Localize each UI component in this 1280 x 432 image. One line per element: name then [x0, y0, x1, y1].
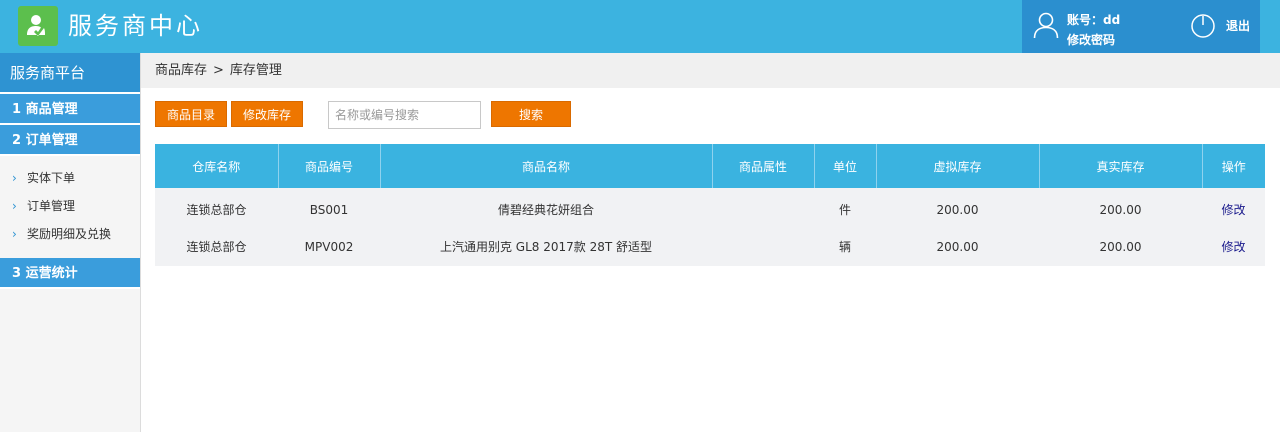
sidebar-group-orders[interactable]: 2 订单管理: [0, 125, 140, 156]
change-password-link[interactable]: 修改密码: [1067, 31, 1115, 48]
breadcrumb-separator: >: [213, 63, 224, 78]
cell-real-stock: 200.00: [1039, 188, 1202, 227]
cell-attr: [712, 188, 814, 227]
cell-warehouse: 连锁总部仓: [155, 188, 278, 227]
breadcrumb-current: 库存管理: [229, 63, 282, 78]
breadcrumb: 商品库存 > 库存管理: [141, 53, 1280, 88]
chevron-right-icon: ›: [12, 171, 17, 185]
table-row: 连锁总部仓 MPV002 上汽通用别克 GL8 2017款 28T 舒适型 辆 …: [155, 227, 1265, 266]
sidebar-item-entity-order[interactable]: › 实体下单: [0, 164, 140, 192]
app-title: 服务商中心: [68, 12, 203, 40]
edit-link[interactable]: 修改: [1221, 240, 1245, 254]
cell-code: MPV002: [278, 227, 380, 266]
sidebar-title: 服务商平台: [0, 53, 140, 94]
sidebar-item-order-management[interactable]: › 订单管理: [0, 192, 140, 220]
user-icon: [1033, 12, 1059, 39]
cell-virtual-stock: 200.00: [876, 188, 1039, 227]
cell-unit: 件: [814, 188, 876, 227]
cell-real-stock: 200.00: [1039, 227, 1202, 266]
orders-submenu: › 实体下单 › 订单管理 › 奖励明细及兑换: [0, 156, 140, 258]
breadcrumb-parent[interactable]: 商品库存: [155, 63, 207, 78]
cell-code: BS001: [278, 188, 380, 227]
column-header: 虚拟库存: [876, 144, 1040, 188]
column-header: 商品编号: [278, 144, 381, 188]
column-header: 商品名称: [380, 144, 713, 188]
sidebar-item-label: 奖励明细及兑换: [27, 227, 112, 241]
user-panel: 账号：dd 修改密码 退出: [1022, 0, 1260, 53]
inventory-table: 仓库名称 商品编号 商品名称 商品属性 单位 虚拟库存 真实库存 操作 连锁总部…: [155, 144, 1265, 266]
sidebar-item-label: 实体下单: [27, 171, 76, 185]
toolbar: 商品目录 修改库存 搜索: [155, 101, 1265, 129]
cell-attr: [712, 227, 814, 266]
chevron-right-icon: ›: [12, 199, 17, 213]
column-header: 单位: [814, 144, 877, 188]
sidebar: 服务商平台 1 商品管理 2 订单管理 › 实体下单 › 订单管理 › 奖励明细及兑换…: [0, 53, 141, 432]
table-row: 连锁总部仓 BS001 倩碧经典花妍组合 件 200.00 200.00 修改: [155, 188, 1265, 227]
cell-action: 修改: [1202, 188, 1265, 227]
cell-name: 倩碧经典花妍组合: [380, 188, 712, 227]
search-button[interactable]: 搜索: [491, 101, 571, 127]
account-name: 账号：dd: [1067, 13, 1121, 27]
power-icon[interactable]: [1190, 13, 1216, 39]
cell-warehouse: 连锁总部仓: [155, 227, 278, 266]
sidebar-item-label: 订单管理: [27, 199, 76, 213]
column-header: 商品属性: [712, 144, 815, 188]
search-input[interactable]: [328, 101, 481, 129]
sidebar-group-goods[interactable]: 1 商品管理: [0, 94, 140, 125]
user-check-logo-icon: [27, 15, 45, 36]
logout-link[interactable]: 退出: [1226, 17, 1250, 34]
cell-virtual-stock: 200.00: [876, 227, 1039, 266]
cell-action: 修改: [1202, 227, 1265, 266]
chevron-right-icon: ›: [12, 227, 17, 241]
sidebar-group-operations[interactable]: 3 运营统计: [0, 258, 140, 289]
edit-stock-button[interactable]: 修改库存: [231, 101, 303, 127]
logo: [18, 6, 58, 46]
sidebar-item-rewards[interactable]: › 奖励明细及兑换: [0, 220, 140, 248]
cell-unit: 辆: [814, 227, 876, 266]
column-header: 真实库存: [1039, 144, 1203, 188]
column-header: 仓库名称: [155, 144, 279, 188]
edit-link[interactable]: 修改: [1221, 203, 1245, 217]
cell-name: 上汽通用别克 GL8 2017款 28T 舒适型: [380, 227, 712, 266]
catalog-button[interactable]: 商品目录: [155, 101, 227, 127]
table-header-row: 仓库名称 商品编号 商品名称 商品属性 单位 虚拟库存 真实库存 操作: [155, 144, 1265, 188]
column-header: 操作: [1202, 144, 1265, 188]
top-header: 服务商中心 账号：dd 修改密码 退出: [0, 0, 1280, 53]
